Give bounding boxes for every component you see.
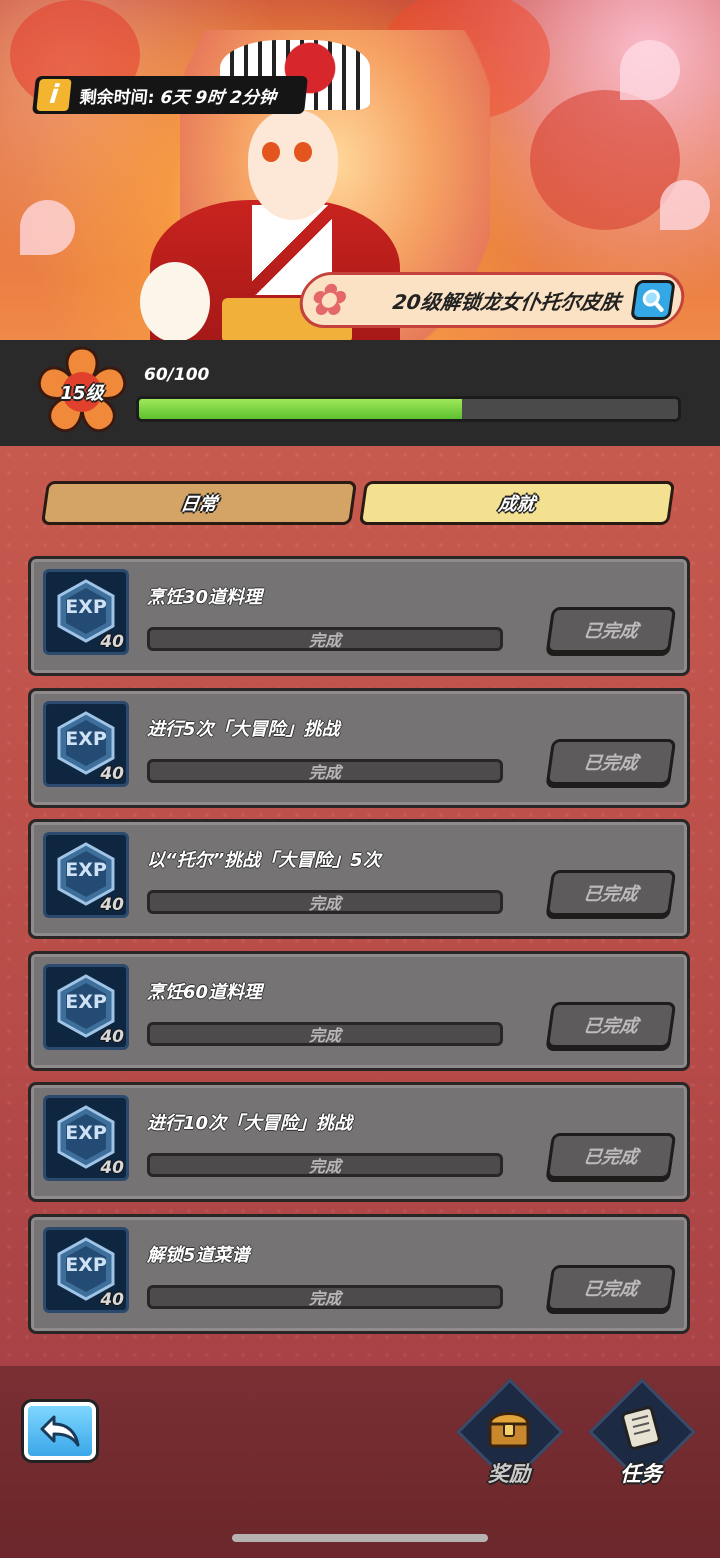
level-badge: 15级: [34, 344, 130, 440]
task-title: 以“托尔”挑战「大冒险」5次: [147, 850, 381, 871]
task-row: EXP 40 以“托尔”挑战「大冒险」5次 完成 已完成: [28, 819, 690, 939]
scroll-icon: [621, 1406, 661, 1450]
exp-amount: 40: [100, 1026, 124, 1047]
nav-rewards-label: 奖励: [488, 1462, 530, 1486]
timer-label: 剩余时间:: [78, 87, 156, 108]
task-completed-button[interactable]: 已完成: [545, 870, 677, 916]
level-value: 15级: [60, 383, 104, 404]
tab-achievements[interactable]: 成就: [358, 481, 676, 525]
task-title: 烹饪60道料理: [147, 981, 263, 1003]
character-face: [248, 110, 338, 220]
task-row: EXP 40 烹饪30道料理 完成 已完成: [28, 556, 690, 676]
task-title: 烹饪30道料理: [147, 587, 263, 608]
task-completed-button[interactable]: 已完成: [545, 1264, 677, 1311]
exp-reward-icon: EXP 40: [43, 1095, 129, 1181]
task-progress-bar: 完成: [147, 627, 503, 651]
back-button[interactable]: [24, 1402, 96, 1460]
exp-amount: 40: [100, 632, 124, 652]
task-progress-text: 完成: [308, 1157, 341, 1176]
nav-tasks[interactable]: 任务: [586, 1378, 696, 1494]
task-progress-text: 完成: [308, 1025, 341, 1045]
exp-amount: 40: [100, 1289, 124, 1310]
xp-text: 60/100: [144, 365, 210, 385]
task-row: EXP 40 进行10次「大冒险」挑战 完成 已完成: [28, 1082, 690, 1202]
exp-reward-icon: EXP 40: [43, 569, 129, 655]
sakura-icon: ✿: [307, 275, 352, 326]
exp-amount: 40: [100, 763, 124, 784]
nav-rewards[interactable]: 奖励: [454, 1378, 564, 1494]
treasure-chest-icon: [488, 1412, 530, 1448]
task-progress-text: 完成: [308, 762, 341, 782]
info-icon[interactable]: i: [34, 77, 74, 113]
exp-reward-icon: EXP 40: [43, 700, 129, 787]
exp-reward-icon: EXP 40: [43, 832, 129, 918]
task-completed-button[interactable]: 已完成: [545, 1133, 677, 1179]
tab-daily[interactable]: 日常: [40, 481, 358, 525]
nav-tasks-label: 任务: [620, 1462, 662, 1486]
timer-value: 6天 9时 2分钟: [159, 87, 277, 108]
task-progress-text: 完成: [308, 894, 341, 913]
unlock-skin-text: 20级解锁龙女仆托尔皮肤: [391, 289, 623, 314]
task-progress-bar: 完成: [147, 890, 503, 914]
task-row: EXP 40 解锁5道菜谱 完成 已完成: [28, 1213, 690, 1334]
task-completed-button[interactable]: 已完成: [545, 1001, 677, 1048]
task-row: EXP 40 烹饪60道料理 完成 已完成: [28, 950, 690, 1071]
task-progress-text: 完成: [308, 1288, 341, 1308]
task-title: 进行10次「大冒险」挑战: [147, 1113, 353, 1134]
magnifier-icon[interactable]: [630, 280, 676, 320]
home-indicator: [232, 1534, 488, 1542]
task-progress-text: 完成: [308, 631, 341, 650]
task-title: 解锁5道菜谱: [147, 1244, 250, 1266]
task-title: 进行5次「大冒险」挑战: [147, 718, 340, 740]
exp-reward-icon: EXP 40: [43, 963, 129, 1050]
event-timer: i 剩余时间: 6天 9时 2分钟: [32, 76, 308, 114]
exp-reward-icon: EXP 40: [43, 1226, 129, 1313]
task-row: EXP 40 进行5次「大冒险」挑战 完成 已完成: [28, 687, 690, 808]
xp-progress-fill: [139, 399, 463, 419]
unlock-skin-banner[interactable]: ✿ 20级解锁龙女仆托尔皮肤: [296, 272, 688, 328]
back-arrow-icon: [40, 1415, 80, 1447]
task-progress-bar: 完成: [147, 758, 503, 783]
task-completed-button[interactable]: 已完成: [545, 738, 677, 785]
exp-amount: 40: [100, 1158, 124, 1178]
task-completed-button[interactable]: 已完成: [545, 607, 677, 653]
task-progress-bar: 完成: [147, 1284, 503, 1309]
xp-progress-bar: [136, 396, 681, 422]
task-progress-bar: 完成: [147, 1153, 503, 1177]
exp-amount: 40: [100, 895, 124, 915]
task-progress-bar: 完成: [147, 1021, 503, 1046]
